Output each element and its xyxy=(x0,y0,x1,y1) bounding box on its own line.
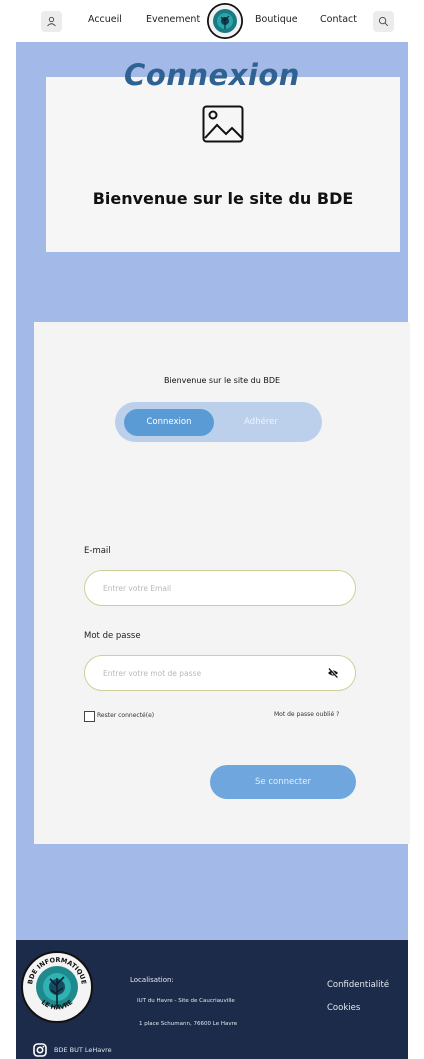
nav-link-evenement[interactable]: Evenement xyxy=(146,14,200,25)
email-field xyxy=(84,570,356,606)
search-icon xyxy=(378,16,389,27)
email-label: E-mail xyxy=(84,546,111,556)
tab-connexion[interactable]: Connexion xyxy=(124,409,214,436)
tab-adherer[interactable]: Adhérer xyxy=(231,409,291,436)
password-field xyxy=(84,655,356,691)
auth-tab-switch: Connexion Adhérer xyxy=(115,402,322,442)
welcome-heading: Bienvenue sur le site du BDE xyxy=(92,189,354,208)
eye-off-icon[interactable] xyxy=(327,667,339,679)
welcome-card: Bienvenue sur le site du BDE xyxy=(46,77,400,252)
remember-me-label: Rester connecté(e) xyxy=(97,712,155,719)
footer: BDE INFORMATIQUE LE HAVRE Localisation: … xyxy=(16,940,408,1059)
page-title: Connexion xyxy=(124,58,300,92)
nav-link-boutique[interactable]: Boutique xyxy=(255,14,298,25)
remember-me-checkbox[interactable] xyxy=(84,711,95,722)
password-label: Mot de passe xyxy=(84,631,141,641)
instagram-handle[interactable]: BDE BUT LeHavre xyxy=(54,1046,112,1054)
footer-link-confidentialite[interactable]: Confidentialité xyxy=(327,980,389,990)
forgot-password-link[interactable]: Mot de passe oublié ? xyxy=(274,711,339,718)
bde-footer-logo: BDE INFORMATIQUE LE HAVRE xyxy=(21,951,93,1023)
location-line-1: IUT du Havre - Site de Caucriauville xyxy=(137,998,235,1004)
nav-link-contact[interactable]: Contact xyxy=(320,14,357,25)
login-card: Bienvenue sur le site du BDE Connexion A… xyxy=(34,322,410,844)
top-navbar: Accueil Evenement Boutique Contact xyxy=(16,0,408,42)
image-placeholder-icon xyxy=(202,105,244,143)
footer-link-cookies[interactable]: Cookies xyxy=(327,1003,360,1013)
location-title: Localisation: xyxy=(130,976,174,984)
email-input[interactable] xyxy=(103,571,313,605)
login-welcome-text: Bienvenue sur le site du BDE xyxy=(163,376,281,385)
bde-logo[interactable] xyxy=(207,3,243,39)
instagram-icon[interactable] xyxy=(33,1043,47,1057)
page: Accueil Evenement Boutique Contact Conne… xyxy=(16,0,410,1059)
search-button[interactable] xyxy=(373,11,394,32)
account-button[interactable] xyxy=(41,11,62,32)
location-line-2: 1 place Schumann, 76600 Le Havre xyxy=(139,1021,238,1027)
login-submit-button[interactable]: Se connecter xyxy=(210,765,356,799)
password-input[interactable] xyxy=(103,656,313,690)
nav-link-accueil[interactable]: Accueil xyxy=(88,14,122,25)
user-icon xyxy=(47,16,56,27)
